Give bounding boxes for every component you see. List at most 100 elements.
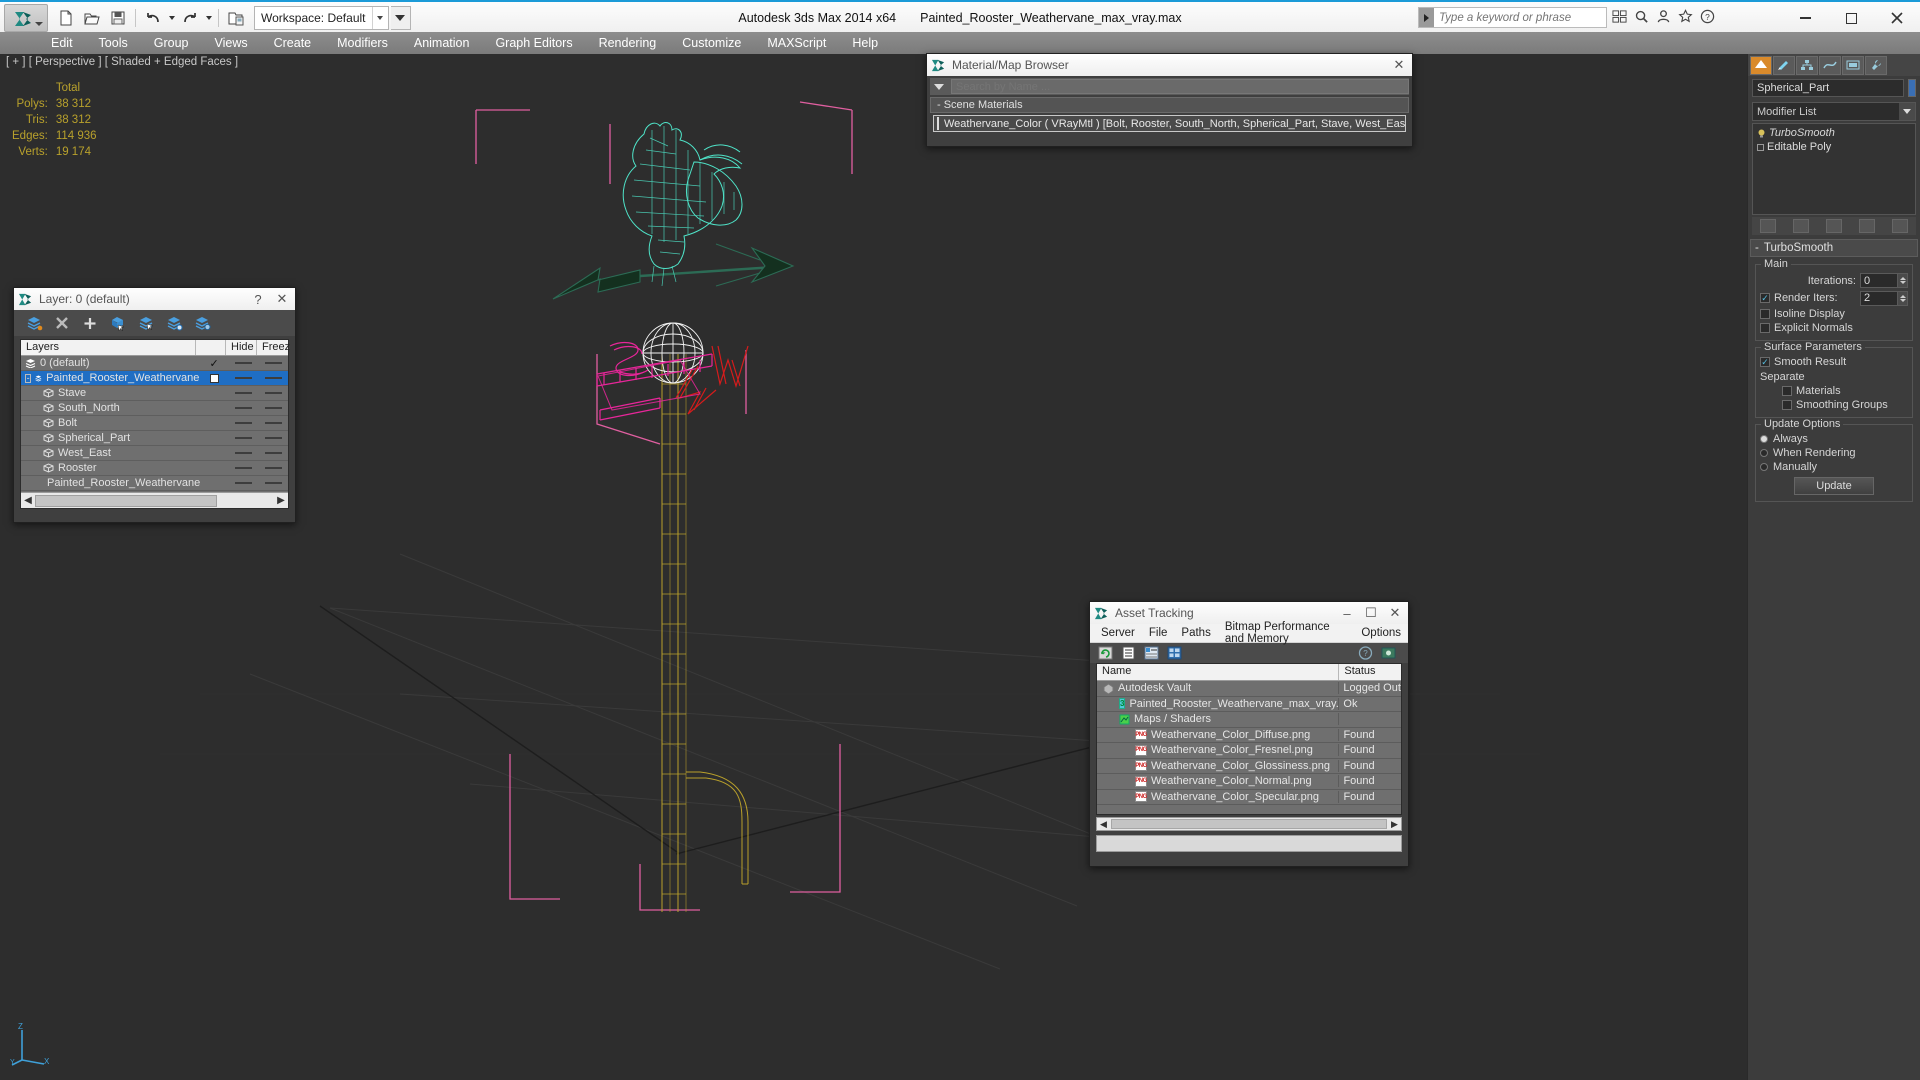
layer-row-hide-cell[interactable] (229, 437, 258, 439)
layer-row-freeze-cell[interactable] (259, 407, 288, 409)
layer-row-freeze-cell[interactable] (259, 452, 288, 454)
workspace-selector[interactable]: Workspace: Default (254, 6, 389, 30)
asset-scroll-left-icon[interactable]: ◀ (1097, 818, 1110, 830)
search-dropdown-icon[interactable] (1419, 8, 1434, 27)
expand-box-icon[interactable] (1757, 143, 1764, 151)
grid-view-icon[interactable] (1167, 646, 1182, 660)
asset-row[interactable]: PNG Weathervane_Color_Specular.png Found (1097, 790, 1401, 805)
layer-col-freeze[interactable]: Freez (257, 340, 290, 355)
asset-col-name[interactable]: Name (1097, 664, 1340, 680)
layer-row-hide-cell[interactable] (229, 407, 258, 409)
workspace-dropdown-icon[interactable] (371, 7, 388, 29)
list-view-icon[interactable] (1121, 646, 1136, 660)
material-filter-dropdown-icon[interactable] (930, 79, 947, 94)
asset-menu-file[interactable]: File (1142, 626, 1175, 640)
perspective-viewport[interactable]: [ + ] [ Perspective ] [ Shaded + Edged F… (0, 54, 1747, 1080)
scene-materials-section-header[interactable]: - Scene Materials (930, 97, 1409, 113)
layer-row[interactable]: Spherical_Part (21, 431, 288, 446)
layer-horizontal-scrollbar[interactable]: ◀ ▶ (21, 492, 288, 508)
help-icon[interactable]: ? (1700, 9, 1715, 24)
menu-item-views[interactable]: Views (201, 34, 260, 52)
material-map-browser-window[interactable]: Material/Map Browser ✕ - Scene Materials… (926, 53, 1413, 147)
add-to-layer-icon[interactable] (82, 316, 99, 331)
render-iters-checkbox[interactable]: ✓ Render Iters: (1760, 292, 1838, 304)
update-option-when-rendering[interactable]: When Rendering (1760, 447, 1908, 459)
layer-row[interactable]: - Painted_Rooster_Weathervane (21, 371, 288, 386)
make-unique-button[interactable] (1825, 219, 1842, 233)
undo-dropdown-button[interactable] (167, 6, 176, 30)
material-browser-title-bar[interactable]: Material/Map Browser ✕ (927, 54, 1412, 76)
layer-settings-icon[interactable] (194, 316, 211, 331)
undo-button[interactable] (141, 6, 165, 30)
menu-item-create[interactable]: Create (261, 34, 325, 52)
app-menu-button[interactable] (4, 4, 48, 32)
object-name-input[interactable] (1752, 79, 1904, 97)
show-end-result-button[interactable] (1793, 219, 1810, 233)
configure-modifier-sets-button[interactable] (1891, 219, 1908, 233)
materials-checkbox[interactable]: Materials (1760, 385, 1908, 397)
favorite-star-icon[interactable] (1678, 9, 1693, 24)
asset-maximize-button[interactable]: ☐ (1362, 604, 1380, 622)
refresh-icon[interactable] (1098, 646, 1113, 660)
asset-menu-options[interactable]: Options (1354, 626, 1408, 640)
grid-windows-icon[interactable] (1612, 9, 1627, 24)
redo-dropdown-button[interactable] (204, 6, 213, 30)
smoothing-groups-checkbox[interactable]: Smoothing Groups (1760, 399, 1908, 411)
create-new-layer-icon[interactable] (26, 316, 43, 331)
asset-status-field[interactable] (1096, 835, 1402, 852)
update-option-manually[interactable]: Manually (1760, 461, 1908, 473)
modifier-stack-item-editable-poly[interactable]: Editable Poly (1755, 140, 1913, 154)
tab-modify[interactable] (1773, 55, 1795, 75)
update-button[interactable]: Update (1794, 477, 1874, 495)
maximize-button[interactable] (1828, 2, 1874, 34)
layer-close-button[interactable]: ✕ (273, 290, 291, 308)
modifier-list-caret-icon[interactable] (1899, 103, 1915, 120)
update-option-always[interactable]: Always (1760, 433, 1908, 445)
layer-row-hide-cell[interactable] (229, 392, 258, 394)
search-input[interactable] (1434, 8, 1606, 27)
layer-scroll-right-icon[interactable]: ▶ (274, 494, 288, 508)
detail-view-icon[interactable] (1144, 646, 1159, 660)
layer-row-freeze-cell[interactable] (259, 422, 288, 424)
layer-row-freeze-cell[interactable] (258, 362, 288, 364)
asset-tracking-window[interactable]: Asset Tracking – ☐ ✕ Server File Paths B… (1089, 601, 1409, 867)
layer-row-freeze-cell[interactable] (259, 437, 288, 439)
asset-row[interactable]: Autodesk Vault Logged Out (1097, 681, 1401, 697)
asset-list-grid[interactable]: Name Status Autodesk Vault Logged Out 3 Pai… (1096, 663, 1402, 815)
asset-row[interactable]: PNG Weathervane_Color_Normal.png Found (1097, 774, 1401, 790)
layer-row-hide-cell[interactable] (229, 482, 258, 484)
layer-row[interactable]: West_East (21, 446, 288, 461)
user-account-icon[interactable] (1656, 9, 1671, 24)
menu-item-modifiers[interactable]: Modifiers (324, 34, 401, 52)
tab-create[interactable] (1750, 55, 1772, 75)
layer-row[interactable]: South_North (21, 401, 288, 416)
asset-scroll-right-icon[interactable]: ▶ (1388, 818, 1401, 830)
select-layer-icon[interactable] (138, 316, 155, 331)
layer-scroll-left-icon[interactable]: ◀ (21, 494, 35, 508)
asset-horizontal-scrollbar[interactable]: ◀ ▶ (1096, 817, 1402, 831)
layer-row[interactable]: Painted_Rooster_Weathervane (21, 476, 288, 491)
isoline-display-checkbox[interactable]: Isoline Display (1760, 308, 1908, 320)
menu-item-help[interactable]: Help (839, 34, 891, 52)
help-search-box[interactable] (1418, 7, 1607, 28)
layer-row-state-cell[interactable]: ✓ (199, 357, 229, 370)
layer-row-freeze-cell[interactable] (259, 392, 288, 394)
asset-scroll-thumb[interactable] (1111, 819, 1387, 829)
modifier-list-dropdown[interactable]: Modifier List (1752, 102, 1916, 121)
layer-row[interactable]: Rooster (21, 461, 288, 476)
new-file-button[interactable] (54, 6, 78, 30)
layer-col-name[interactable]: Layers (21, 340, 197, 355)
smooth-result-checkbox[interactable]: ✓ Smooth Result (1760, 356, 1908, 368)
tab-display[interactable] (1842, 55, 1864, 75)
layer-row[interactable]: 0 (default) ✓ (21, 356, 288, 371)
menu-item-group[interactable]: Group (141, 34, 202, 52)
menu-item-graph-editors[interactable]: Graph Editors (482, 34, 585, 52)
layer-explorer-window[interactable]: Layer: 0 (default) ? ✕ Layers Hide Freez… (13, 287, 296, 523)
layer-col-hide[interactable]: Hide (226, 340, 257, 355)
lightbulb-icon[interactable] (1757, 129, 1766, 138)
iterations-spinner[interactable] (1860, 273, 1908, 288)
asset-row[interactable]: Maps / Shaders (1097, 712, 1401, 728)
asset-row[interactable]: PNG Weathervane_Color_Glossiness.png Found (1097, 759, 1401, 774)
modifier-stack-item-turbosmooth[interactable]: TurboSmooth (1755, 126, 1913, 140)
render-iters-spinner[interactable] (1860, 290, 1908, 306)
